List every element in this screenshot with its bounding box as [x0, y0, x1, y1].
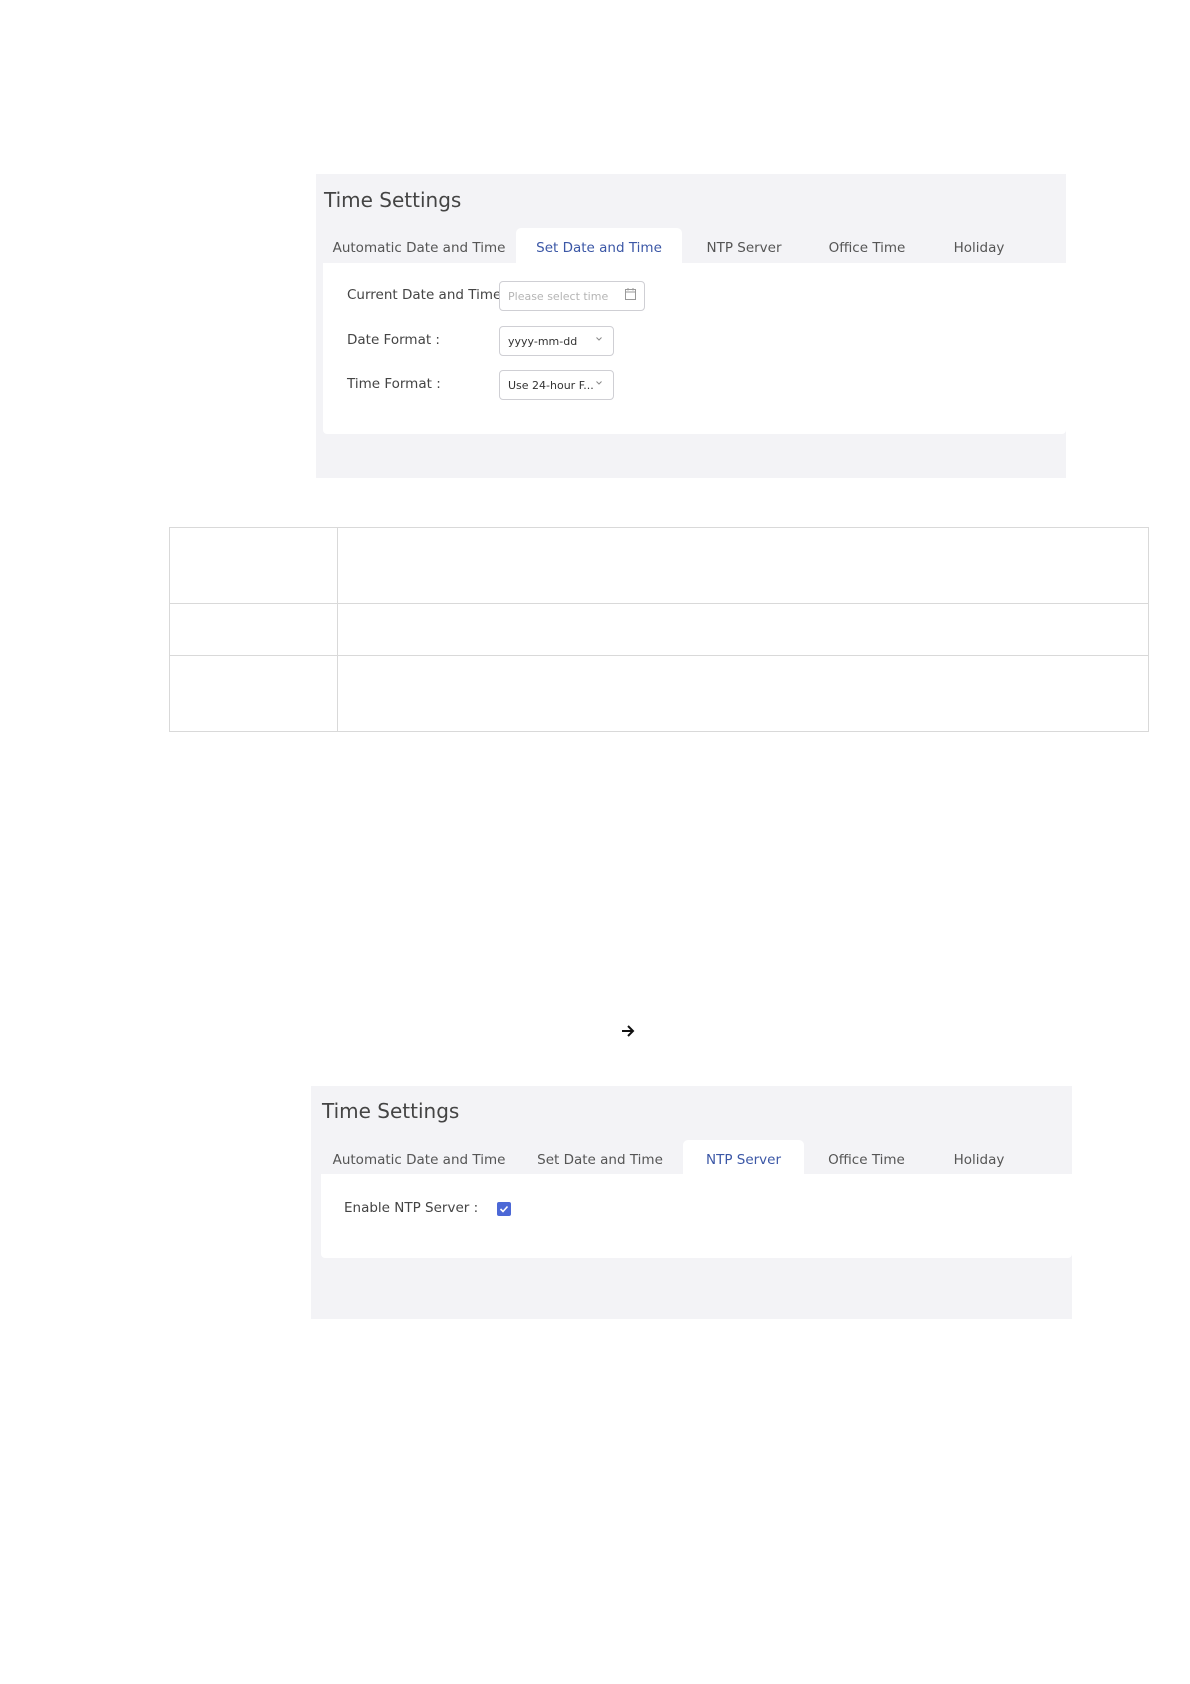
tab-automatic-date-and-time[interactable]: Automatic Date and Time	[321, 1140, 517, 1176]
checkmark-icon	[499, 1205, 509, 1213]
time-format-label: Time Format :	[347, 376, 441, 392]
tab-ntp-server[interactable]: NTP Server	[683, 1140, 804, 1176]
table-cell	[337, 603, 1149, 656]
date-format-label: Date Format :	[347, 332, 440, 348]
time-format-select[interactable]: Use 24-hour F...	[499, 370, 614, 400]
table-row	[169, 655, 1149, 732]
current-date-time-picker[interactable]: Please select time	[499, 281, 645, 311]
tab-set-date-and-time[interactable]: Set Date and Time	[516, 228, 682, 264]
table-cell	[169, 603, 338, 656]
enable-ntp-label: Enable NTP Server :	[344, 1200, 479, 1216]
date-format-select[interactable]: yyyy-mm-dd	[499, 326, 614, 356]
tab-set-date-and-time[interactable]: Set Date and Time	[517, 1140, 683, 1176]
current-date-time-label: Current Date and Time :	[347, 287, 511, 303]
tab-office-time[interactable]: Office Time	[804, 1140, 929, 1176]
set-date-time-form: Current Date and Time : Please select ti…	[323, 263, 1066, 434]
time-settings-panel: Time Settings Automatic Date and Time Se…	[311, 1086, 1072, 1319]
table-cell	[169, 655, 338, 732]
chevron-down-icon	[596, 337, 602, 341]
tab-holiday[interactable]: Holiday	[929, 1140, 1029, 1176]
table-cell	[337, 655, 1149, 732]
tab-bar: Automatic Date and Time Set Date and Tim…	[322, 228, 1066, 264]
chevron-down-icon	[596, 381, 602, 385]
tab-office-time[interactable]: Office Time	[806, 228, 928, 264]
calendar-icon	[625, 288, 636, 300]
time-settings-panel: Time Settings Automatic Date and Time Se…	[316, 174, 1066, 478]
panel-title: Time Settings	[324, 188, 462, 212]
tab-automatic-date-and-time[interactable]: Automatic Date and Time	[322, 228, 516, 264]
time-format-value: Use 24-hour F...	[508, 379, 594, 392]
description-table	[169, 527, 1149, 732]
table-row	[169, 603, 1149, 656]
date-picker-placeholder: Please select time	[508, 290, 609, 303]
tab-bar: Automatic Date and Time Set Date and Tim…	[321, 1140, 1072, 1176]
table-row	[169, 527, 1149, 604]
ntp-server-form: Enable NTP Server :	[321, 1174, 1072, 1258]
tab-ntp-server[interactable]: NTP Server	[682, 228, 806, 264]
table-cell	[337, 527, 1149, 604]
panel-title: Time Settings	[322, 1099, 460, 1123]
date-format-value: yyyy-mm-dd	[508, 335, 578, 348]
table-cell	[169, 527, 338, 604]
arrow-right-icon	[622, 1025, 635, 1037]
enable-ntp-checkbox[interactable]	[497, 1202, 511, 1216]
tab-holiday[interactable]: Holiday	[928, 228, 1030, 264]
